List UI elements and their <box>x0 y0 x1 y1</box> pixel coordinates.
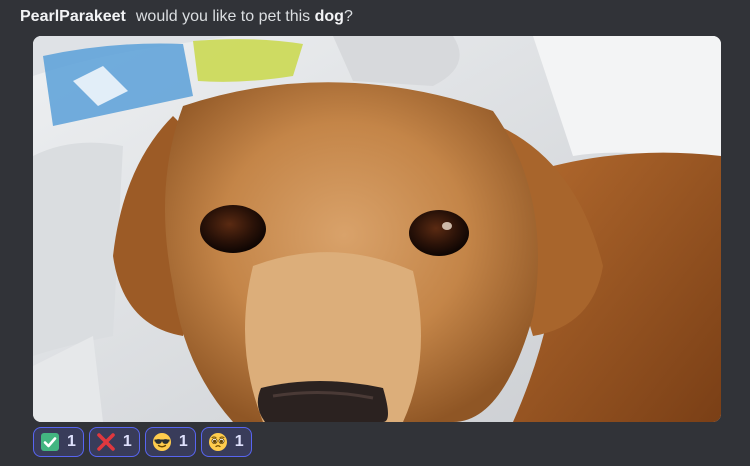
author-name[interactable]: PearlParakeet <box>20 8 126 26</box>
message-text-start: would you like to pet this <box>135 8 315 25</box>
reaction-pleading[interactable]: 1 <box>200 427 252 457</box>
reaction-cross[interactable]: 1 <box>88 427 140 457</box>
chat-message: PearlParakeet would you like to pet this… <box>0 0 750 466</box>
reaction-bar: 1 1 1 1 <box>33 427 252 457</box>
message-text-bold: dog <box>314 8 344 25</box>
smiling-face-with-sunglasses-icon <box>152 432 172 452</box>
white-check-mark-icon <box>40 432 60 452</box>
image-attachment[interactable] <box>33 36 721 422</box>
message-header: PearlParakeet would you like to pet this… <box>20 8 353 30</box>
message-content: would you like to pet this dog? <box>136 8 353 26</box>
pleading-face-icon <box>208 432 228 452</box>
reaction-count: 1 <box>67 433 76 450</box>
dog-photo-image <box>33 36 721 422</box>
reaction-count: 1 <box>178 433 188 450</box>
x-cross-mark-icon <box>96 432 116 452</box>
message-text-end: ? <box>343 8 353 25</box>
reaction-check[interactable]: 1 <box>33 427 84 457</box>
reaction-count: 1 <box>234 433 244 450</box>
reaction-count: 1 <box>122 433 132 450</box>
reaction-sunglasses[interactable]: 1 <box>144 427 196 457</box>
